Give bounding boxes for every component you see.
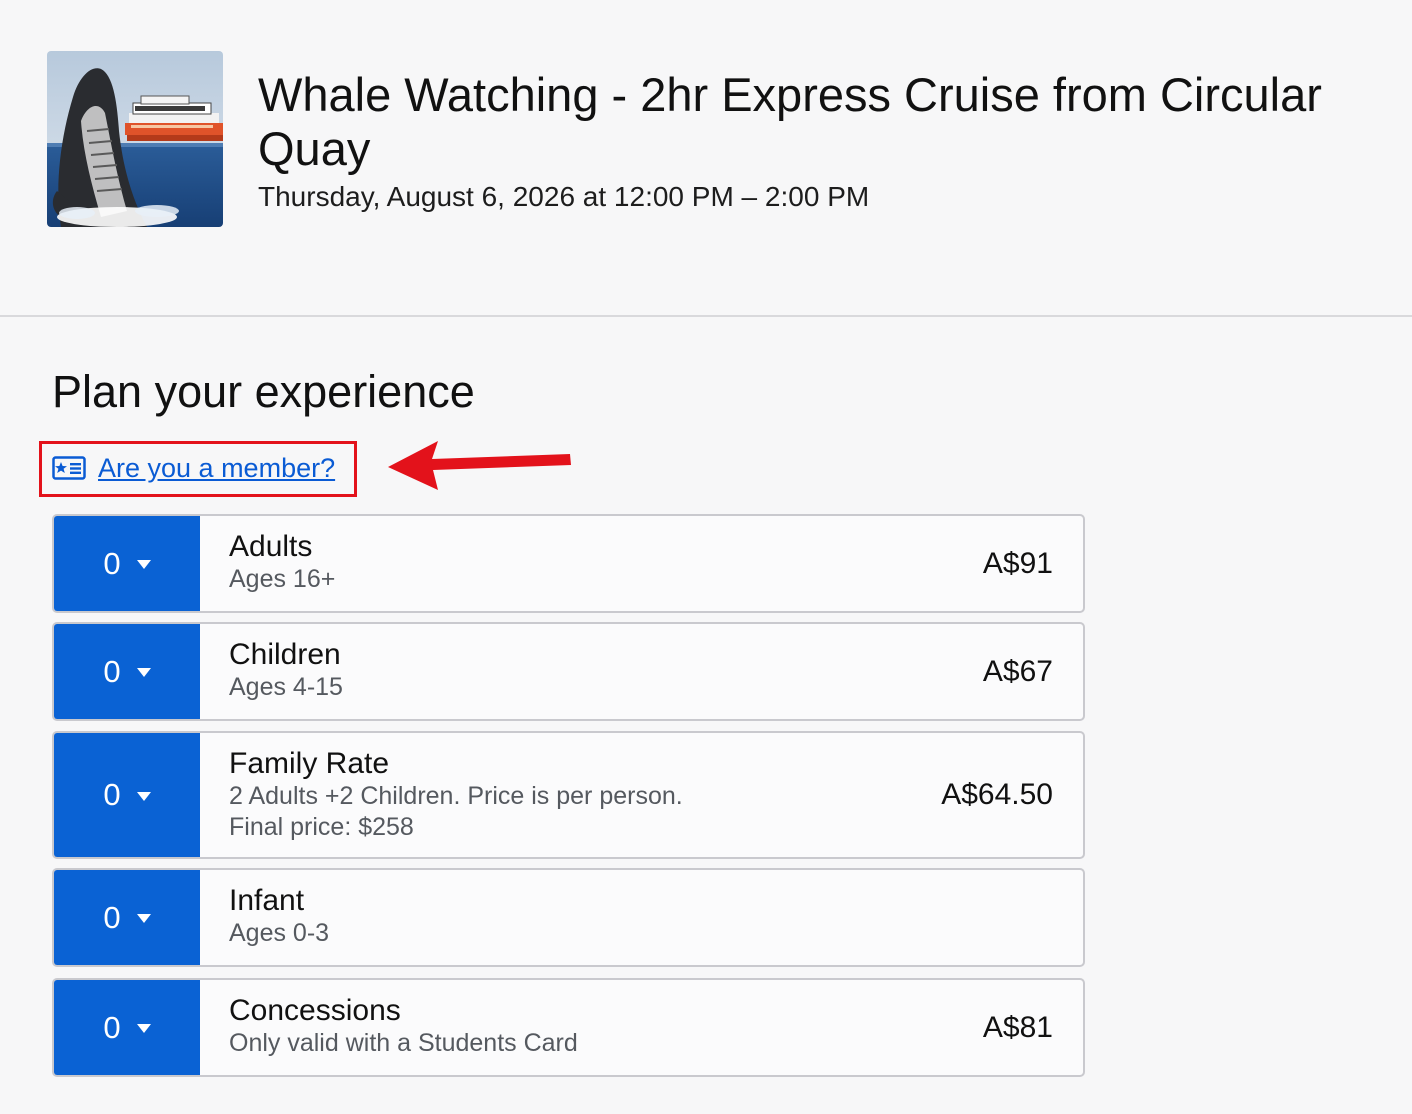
- ticket-name: Adults: [229, 530, 313, 563]
- ticket-row-adults: 0 Adults Ages 16+ A$91: [52, 514, 1085, 613]
- ticket-row-infant: 0 Infant Ages 0-3: [52, 868, 1085, 967]
- member-card-icon: [52, 456, 86, 480]
- ticket-row-children: 0 Children Ages 4-15 A$67: [52, 622, 1085, 721]
- quantity-dropdown[interactable]: 0: [54, 516, 200, 611]
- quantity-dropdown[interactable]: 0: [54, 870, 200, 965]
- caret-down-icon: [136, 1024, 151, 1033]
- member-link[interactable]: Are you a member?: [52, 450, 335, 486]
- ticket-info: Infant Ages 0-3: [229, 884, 329, 949]
- ticket-name: Family Rate: [229, 747, 390, 780]
- ticket-info: Children Ages 4-15: [229, 638, 343, 703]
- booking-page: Whale Watching - 2hr Express Cruise from…: [0, 0, 1412, 1114]
- caret-down-icon: [136, 668, 151, 677]
- ticket-price: A$64.50: [941, 778, 1053, 811]
- ticket-price: A$81: [982, 1010, 1053, 1044]
- quantity-value: 0: [103, 1009, 121, 1045]
- red-arrow-annotation: [388, 441, 571, 490]
- event-image: [47, 51, 223, 227]
- caret-down-icon: [136, 560, 151, 569]
- ticket-info: Family Rate 2 Adults +2 Children. Price …: [229, 747, 683, 843]
- event-title: Whale Watching - 2hr Express Cruise from…: [258, 68, 1322, 175]
- ticket-name: Concessions: [229, 994, 401, 1027]
- event-datetime: Thursday, August 6, 2026 at 12:00 PM – 2…: [258, 181, 870, 212]
- whale-photo: [47, 51, 223, 227]
- ticket-name: Children: [229, 638, 341, 671]
- quantity-value: 0: [103, 899, 121, 935]
- caret-down-icon: [136, 914, 151, 923]
- ticket-row-family-rate: 0 Family Rate 2 Adults +2 Children. Pric…: [52, 731, 1085, 859]
- ticket-price: A$91: [982, 546, 1053, 580]
- ticket-info: Concessions Only valid with a Students C…: [229, 994, 578, 1059]
- quantity-value: 0: [103, 653, 121, 689]
- ticket-description: Ages 16+: [229, 565, 336, 593]
- quantity-value: 0: [103, 545, 121, 581]
- ticket-info: Adults Ages 16+: [229, 530, 335, 595]
- ticket-description: Ages 4-15: [229, 673, 343, 701]
- quantity-dropdown[interactable]: 0: [54, 980, 200, 1075]
- quantity-dropdown[interactable]: 0: [54, 624, 200, 719]
- ticket-row-concessions: 0 Concessions Only valid with a Students…: [52, 978, 1085, 1077]
- event-header: Whale Watching - 2hr Express Cruise from…: [0, 0, 1412, 317]
- ticket-description: 2 Adults +2 Children. Price is per perso…: [229, 782, 683, 810]
- ticket-final-price: Final price: $258: [229, 813, 414, 841]
- caret-down-icon: [136, 791, 151, 801]
- ticket-name: Infant: [229, 884, 305, 917]
- quantity-dropdown[interactable]: 0: [54, 733, 200, 857]
- ticket-description: Ages 0-3: [229, 919, 330, 947]
- ticket-description: Only valid with a Students Card: [229, 1029, 578, 1057]
- member-link-label[interactable]: Are you a member?: [98, 453, 335, 484]
- quantity-value: 0: [103, 777, 121, 812]
- ticket-price: A$67: [982, 654, 1053, 688]
- plan-heading: Plan your experience: [52, 366, 475, 417]
